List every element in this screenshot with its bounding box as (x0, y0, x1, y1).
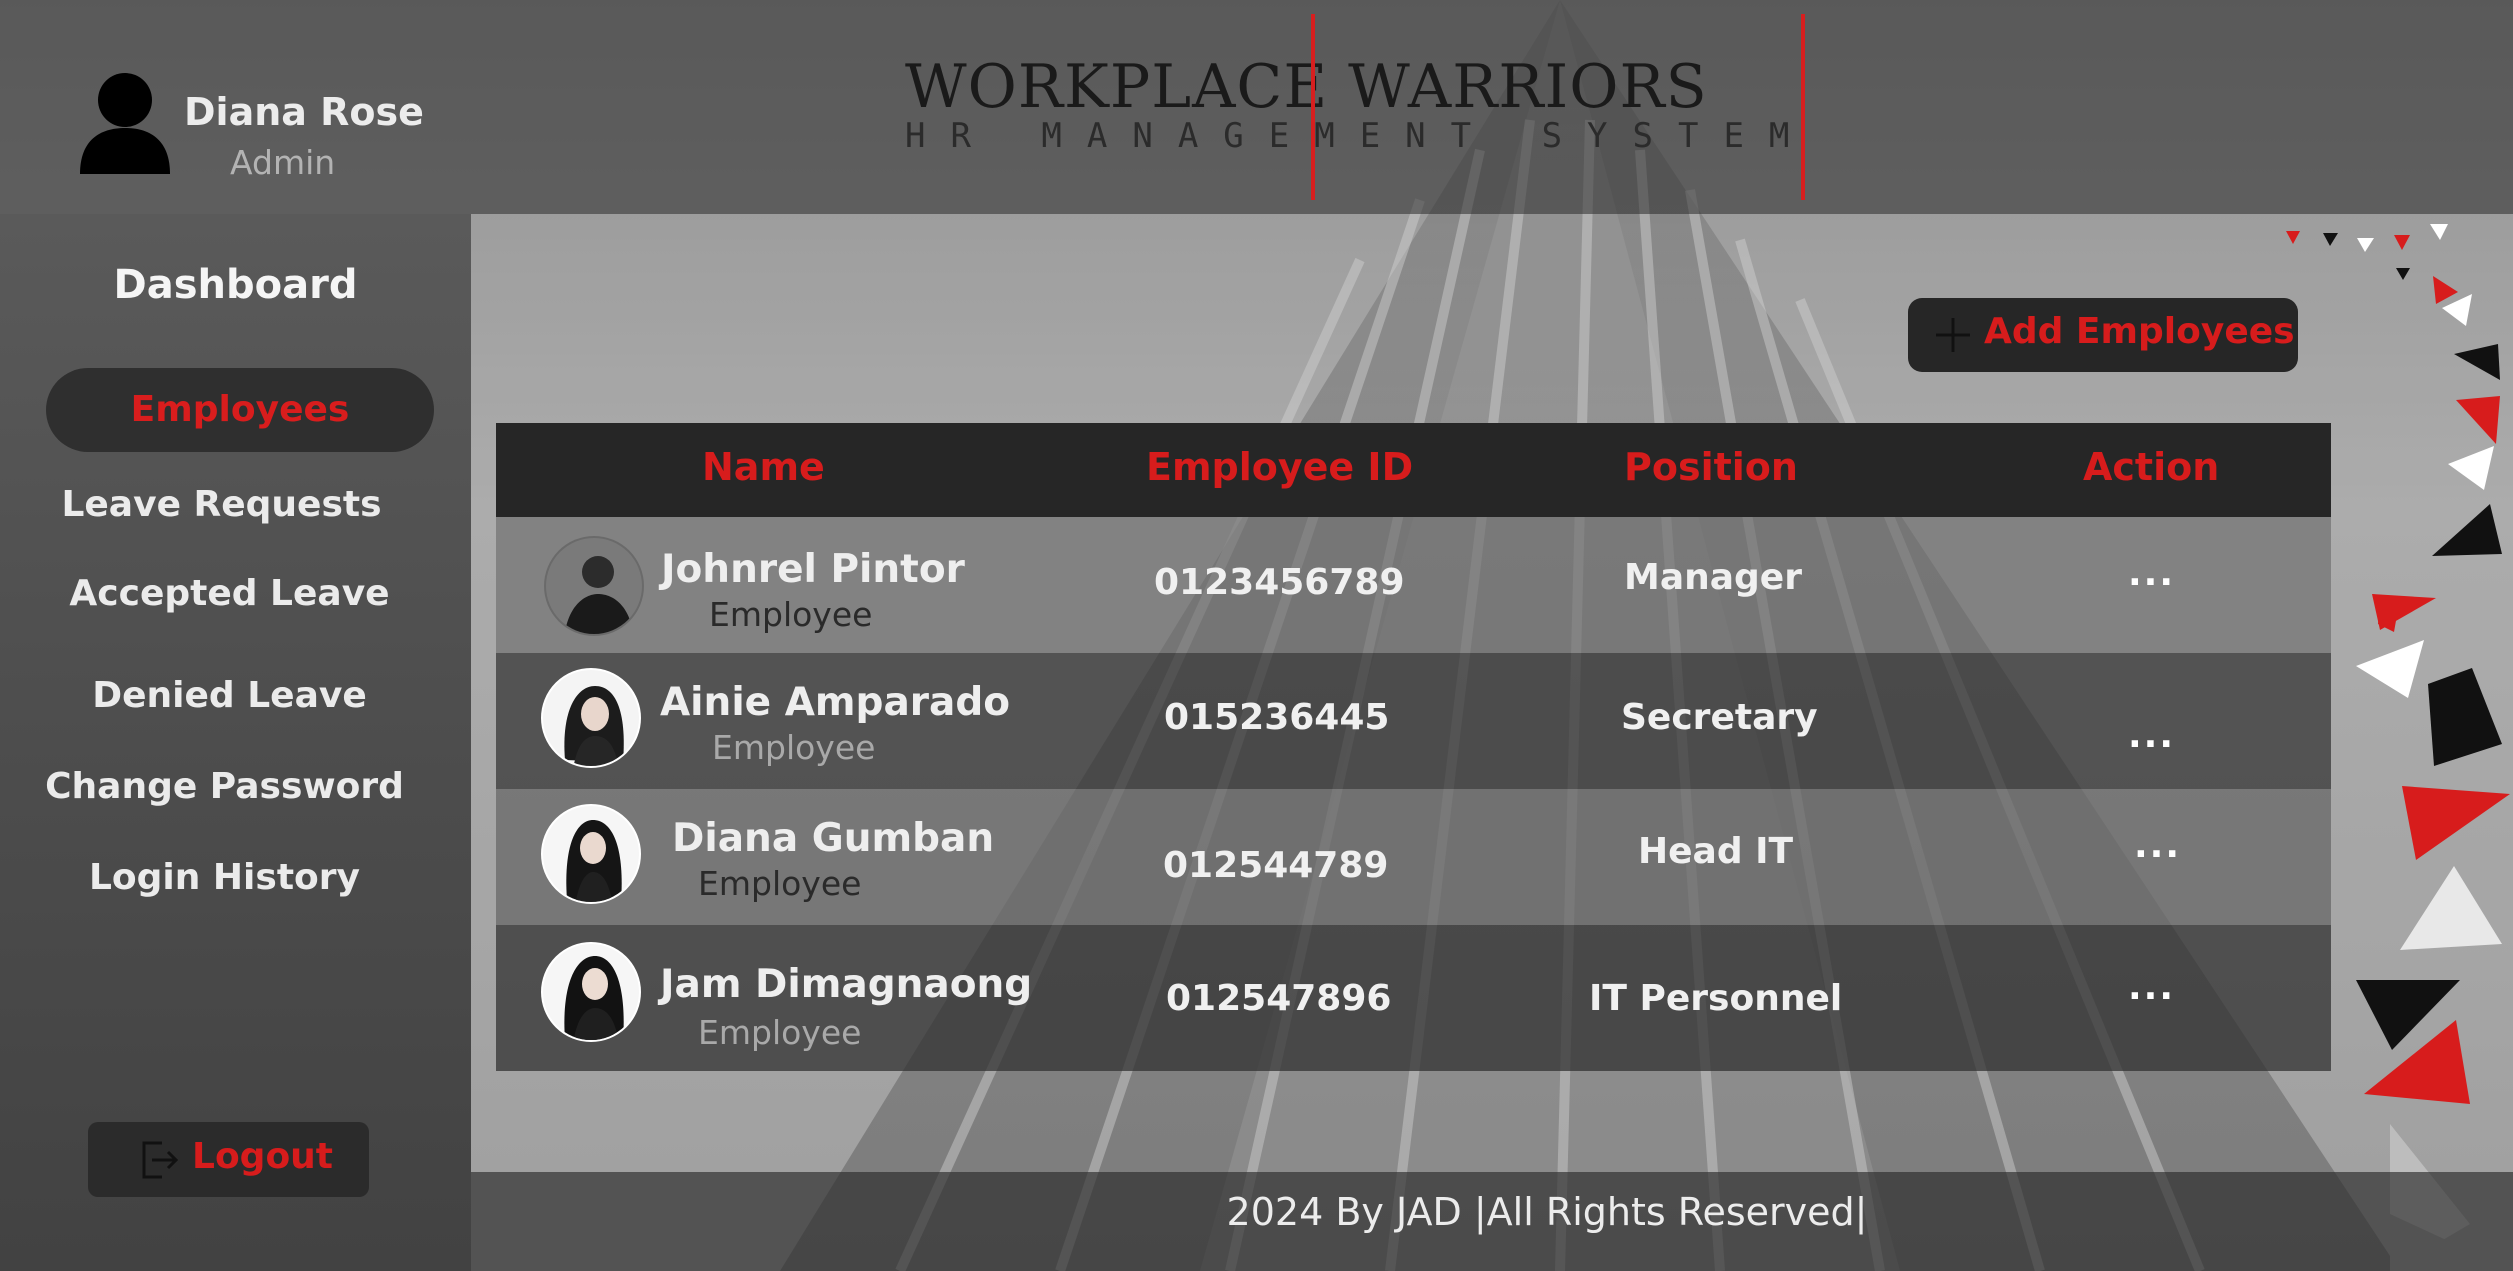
sidebar-item-login-history[interactable]: Login History (0, 857, 460, 898)
header-divider-left (1311, 14, 1315, 200)
employee-id: 012544789 (1163, 845, 1389, 886)
sidebar-item-change-password[interactable]: Change Password (0, 766, 460, 807)
employee-id: 012547896 (1166, 978, 1392, 1019)
footer: 2024 By JAD |All Rights Reserved| (471, 1172, 2513, 1271)
employee-avatar (541, 668, 641, 768)
employee-position: Manager (1624, 557, 1802, 598)
add-employees-button[interactable]: Add Employees (1908, 298, 2298, 372)
brand-subtitle: HR MANAGEMENT SYSTEM (905, 116, 1815, 156)
employee-avatar (544, 536, 644, 636)
employee-name: Diana Gumban (672, 816, 995, 861)
table-row: Johnrel Pintor Employee 0123456789 Manag… (496, 517, 2331, 653)
footer-copyright: 2024 By JAD |All Rights Reserved| (1226, 1190, 1868, 1234)
employee-name: Jam Dimagnaong (660, 962, 1033, 1007)
sidebar-item-employees[interactable]: Employees (46, 368, 434, 452)
sidebar-item-accepted-leave[interactable]: Accepted Leave (0, 573, 465, 614)
sidebar-item-denied-leave[interactable]: Denied Leave (0, 675, 465, 716)
column-header-position: Position (1624, 445, 1798, 489)
more-dots-icon[interactable]: ... (2134, 825, 2181, 866)
employee-avatar (541, 804, 641, 904)
employee-position: Secretary (1621, 697, 1818, 738)
logout-button[interactable]: Logout (88, 1122, 369, 1197)
employee-role: Employee (712, 728, 876, 767)
column-header-employee-id: Employee ID (1146, 445, 1414, 489)
user-name: Diana Rose (184, 90, 424, 134)
plus-icon (1934, 316, 1972, 354)
table-header: Name Employee ID Position Action (496, 423, 2331, 517)
employee-id: 015236445 (1164, 697, 1390, 738)
employee-avatar (541, 942, 641, 1042)
employee-id: 0123456789 (1154, 562, 1405, 603)
employee-name: Ainie Amparado (660, 680, 1011, 725)
table-row: Ainie Amparado Employee 015236445 Secret… (496, 653, 2331, 789)
sidebar-item-leave-requests[interactable]: Leave Requests (0, 484, 457, 525)
employee-position: Head IT (1638, 831, 1794, 872)
logout-label: Logout (192, 1136, 334, 1177)
table-row: Jam Dimagnaong Employee 012547896 IT Per… (496, 925, 2331, 1071)
user-silhouette-icon (80, 72, 170, 174)
more-dots-icon[interactable]: ... (2128, 553, 2175, 594)
employee-role: Employee (698, 1013, 862, 1052)
employee-role: Employee (709, 595, 873, 634)
more-dots-icon[interactable]: ... (2128, 967, 2175, 1008)
add-employees-label: Add Employees (1984, 311, 2295, 352)
decorative-triangles (2260, 214, 2513, 1271)
employee-name: Johnrel Pintor (661, 547, 965, 592)
header-divider-right (1801, 14, 1805, 200)
more-dots-icon[interactable]: ... (2128, 715, 2175, 756)
employee-role: Employee (698, 864, 862, 903)
employee-position: IT Personnel (1589, 978, 1843, 1019)
column-header-action: Action (2083, 445, 2220, 489)
column-header-name: Name (702, 445, 825, 489)
user-role: Admin (230, 143, 336, 182)
logout-icon (140, 1139, 180, 1181)
sidebar-item-dashboard[interactable]: Dashboard (0, 262, 471, 308)
table-row: Diana Gumban Employee 012544789 Head IT … (496, 789, 2331, 925)
brand-title: WORKPLACE WARRIORS (905, 52, 1708, 122)
